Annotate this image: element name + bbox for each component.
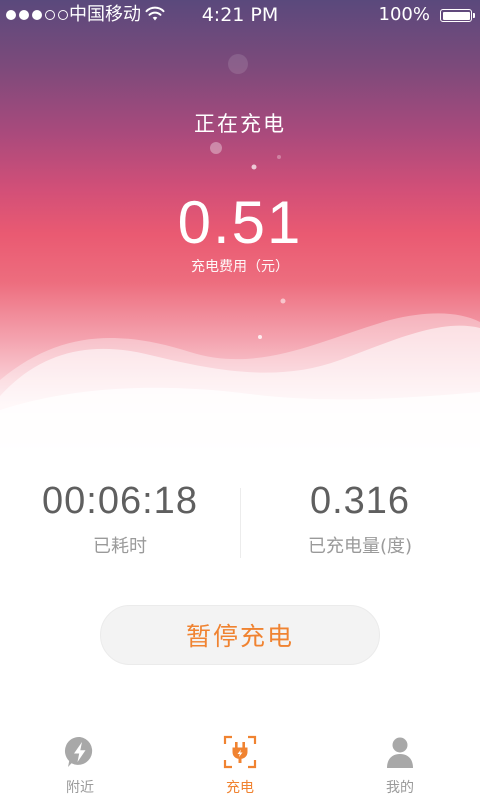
charging-fee-label: 充电费用（元） bbox=[191, 259, 289, 275]
charging-status-title: 正在充电 bbox=[194, 112, 286, 136]
status-bar: 中国移动 4:21 PM 100% bbox=[0, 0, 480, 32]
plug-icon bbox=[223, 735, 257, 769]
tab-nearby[interactable]: 附近 bbox=[0, 725, 160, 800]
elapsed-time-label: 已耗时 bbox=[93, 536, 147, 557]
energy-charged-stat: 0.316 已充电量(度) bbox=[240, 478, 480, 558]
lightning-pin-icon bbox=[64, 736, 93, 767]
energy-charged-value: 0.316 bbox=[309, 480, 411, 522]
tab-mine[interactable]: 我的 bbox=[320, 725, 480, 800]
battery-icon bbox=[440, 9, 475, 22]
pause-charging-button[interactable]: 暂停充电 bbox=[100, 605, 380, 665]
energy-charged-label: 已充电量(度) bbox=[307, 536, 413, 557]
bottom-tab-bar: 附近 充电 我的 bbox=[0, 725, 480, 800]
elapsed-time-stat: 00:06:18 已耗时 bbox=[0, 478, 240, 558]
battery-percentage: 100% bbox=[378, 4, 430, 25]
tab-mine-label: 我的 bbox=[386, 780, 414, 796]
charging-fee-value: 0.51 bbox=[177, 189, 303, 256]
tab-charge[interactable]: 充电 bbox=[160, 725, 320, 800]
elapsed-time-value: 00:06:18 bbox=[42, 480, 198, 522]
tab-nearby-label: 附近 bbox=[66, 780, 94, 796]
user-icon bbox=[387, 737, 413, 768]
tab-charge-label: 充电 bbox=[226, 780, 254, 796]
